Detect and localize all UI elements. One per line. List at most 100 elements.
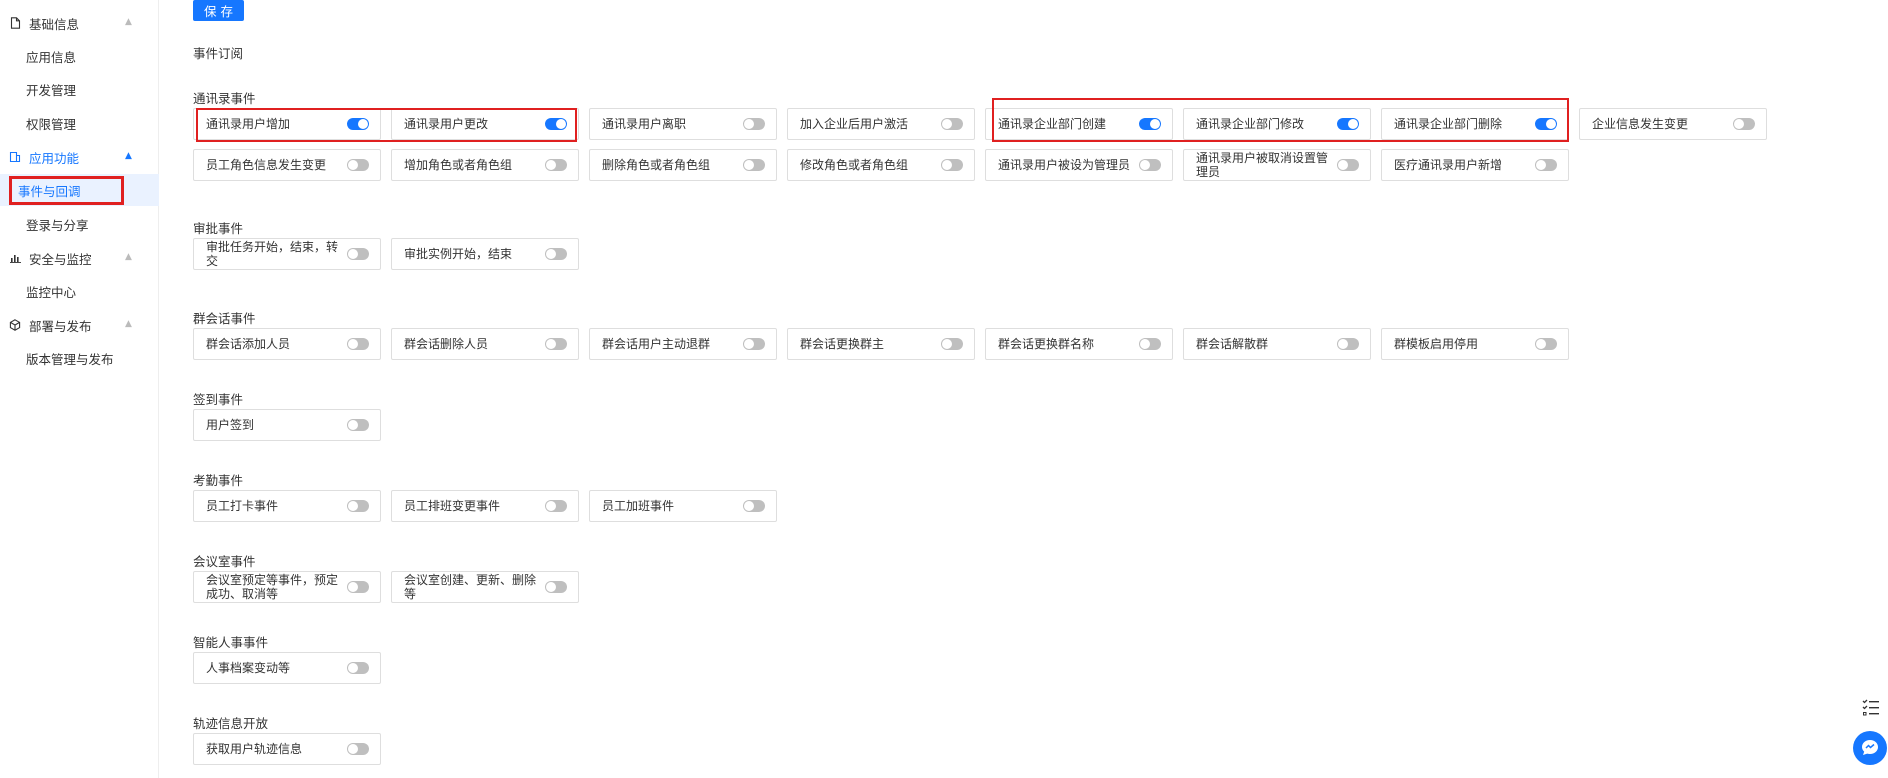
event-toggle[interactable] [347, 248, 369, 260]
event-toggle[interactable] [1139, 338, 1161, 350]
event-toggle[interactable] [743, 338, 765, 350]
event-toggle[interactable] [347, 743, 369, 755]
sidebar-item-label: 权限管理 [26, 116, 77, 132]
event-label: 群会话删除人员 [404, 337, 489, 351]
event-card: 企业信息发生变更 [1579, 108, 1767, 140]
sidebar-item-monitor[interactable]: 监控中心 [0, 275, 159, 307]
event-toggle[interactable] [1337, 338, 1359, 350]
event-toggle[interactable] [1535, 159, 1557, 171]
event-toggle[interactable] [347, 581, 369, 593]
event-card: 删除角色或者角色组 [589, 149, 777, 181]
sidebar-item-dev-manage[interactable]: 开发管理 [0, 73, 159, 105]
event-label: 员工角色信息发生变更 [206, 158, 327, 172]
event-label: 会议室创建、更新、删除等 [404, 573, 537, 601]
event-label: 会议室预定等事件，预定成功、取消等 [206, 573, 339, 601]
event-card: 通讯录企业部门创建 [985, 108, 1173, 140]
event-card: 员工排班变更事件 [391, 490, 579, 522]
event-label: 审批实例开始，结束 [404, 247, 513, 261]
event-label: 删除角色或者角色组 [602, 158, 711, 172]
event-label: 医疗通讯录用户新增 [1394, 158, 1503, 172]
document-icon [9, 17, 21, 29]
sidebar-item-label: 应用信息 [26, 49, 77, 65]
chevron-up-icon: ▲ [125, 319, 132, 329]
app-function-icon [9, 151, 21, 163]
event-card: 群会话更换群主 [787, 328, 975, 360]
event-toggle[interactable] [545, 581, 567, 593]
event-toggle[interactable] [545, 500, 567, 512]
chevron-up-icon: ▲ [125, 17, 132, 27]
sidebar-item-events-callback[interactable]: 事件与回调 [0, 174, 159, 206]
event-card: 员工打卡事件 [193, 490, 381, 522]
section-title: 签到事件 [193, 392, 244, 407]
sidebar-group-label: 应用功能 [29, 150, 80, 166]
event-toggle[interactable] [941, 338, 963, 350]
event-label: 通讯录用户更改 [404, 117, 489, 131]
event-toggle[interactable] [347, 662, 369, 674]
event-card: 医疗通讯录用户新增 [1381, 149, 1569, 181]
event-toggle[interactable] [545, 338, 567, 350]
sidebar-item-label: 登录与分享 [26, 217, 89, 233]
event-toggle[interactable] [941, 118, 963, 130]
event-label: 群会话更换群名称 [998, 337, 1095, 351]
event-toggle[interactable] [347, 159, 369, 171]
sidebar-item-version-release[interactable]: 版本管理与发布 [0, 342, 159, 374]
event-toggle[interactable] [743, 159, 765, 171]
event-card: 通讯录用户被取消设置管理员 [1183, 149, 1371, 181]
event-card: 增加角色或者角色组 [391, 149, 579, 181]
event-toggle[interactable] [1733, 118, 1755, 130]
event-toggle[interactable] [743, 500, 765, 512]
sidebar-group-basic-info[interactable]: 基础信息 ▲ [0, 8, 159, 38]
sidebar-item-label: 版本管理与发布 [26, 351, 114, 367]
sidebar-item-login-share[interactable]: 登录与分享 [0, 208, 159, 240]
event-toggle[interactable] [1337, 118, 1359, 130]
event-toggle[interactable] [545, 118, 567, 130]
section-title: 轨迹信息开放 [193, 716, 269, 731]
event-toggle[interactable] [545, 248, 567, 260]
event-toggle[interactable] [1139, 159, 1161, 171]
event-label: 增加角色或者角色组 [404, 158, 513, 172]
section-title: 会议室事件 [193, 554, 256, 569]
event-toggle[interactable] [347, 118, 369, 130]
event-label: 审批任务开始，结束，转交 [206, 240, 339, 268]
sidebar-group-deploy[interactable]: 部署与发布 ▲ [0, 310, 159, 340]
sidebar-group-app-function[interactable]: 应用功能 ▲ [0, 142, 159, 172]
event-label: 群会话更换群主 [800, 337, 885, 351]
event-toggle[interactable] [545, 159, 567, 171]
event-toggle[interactable] [1139, 118, 1161, 130]
checklist-icon[interactable] [1862, 698, 1880, 716]
sidebar-group-label: 基础信息 [29, 16, 80, 32]
event-card: 通讯录企业部门修改 [1183, 108, 1371, 140]
event-card: 员工加班事件 [589, 490, 777, 522]
event-label: 群模板启用停用 [1394, 337, 1479, 351]
event-label: 人事档案变动等 [206, 661, 291, 675]
event-toggle[interactable] [1535, 338, 1557, 350]
event-label: 通讯录用户增加 [206, 117, 291, 131]
event-card: 用户签到 [193, 409, 381, 441]
event-toggle[interactable] [347, 338, 369, 350]
section-title: 审批事件 [193, 221, 244, 236]
event-label: 员工加班事件 [602, 499, 675, 513]
sidebar-group-security[interactable]: 安全与监控 ▲ [0, 243, 159, 273]
event-card: 通讯录企业部门删除 [1381, 108, 1569, 140]
assistant-icon[interactable] [1853, 731, 1887, 765]
event-label: 群会话用户主动退群 [602, 337, 711, 351]
event-toggle[interactable] [743, 118, 765, 130]
sidebar-item-app-info[interactable]: 应用信息 [0, 40, 159, 72]
event-toggle[interactable] [347, 419, 369, 431]
event-label: 加入企业后用户激活 [800, 117, 909, 131]
event-card: 通讯录用户增加 [193, 108, 381, 140]
event-toggle[interactable] [347, 500, 369, 512]
event-card: 加入企业后用户激活 [787, 108, 975, 140]
event-toggle[interactable] [1337, 159, 1359, 171]
event-card: 会议室预定等事件，预定成功、取消等 [193, 571, 381, 603]
section-title: 智能人事事件 [193, 635, 269, 650]
event-label: 获取用户轨迹信息 [206, 742, 303, 756]
event-label: 企业信息发生变更 [1592, 117, 1689, 131]
sidebar-item-permission[interactable]: 权限管理 [0, 107, 159, 139]
event-subscription-heading: 事件订阅 [193, 46, 244, 61]
event-card: 员工角色信息发生变更 [193, 149, 381, 181]
event-card: 人事档案变动等 [193, 652, 381, 684]
event-toggle[interactable] [941, 159, 963, 171]
save-button[interactable]: 保存 [193, 0, 244, 21]
event-toggle[interactable] [1535, 118, 1557, 130]
